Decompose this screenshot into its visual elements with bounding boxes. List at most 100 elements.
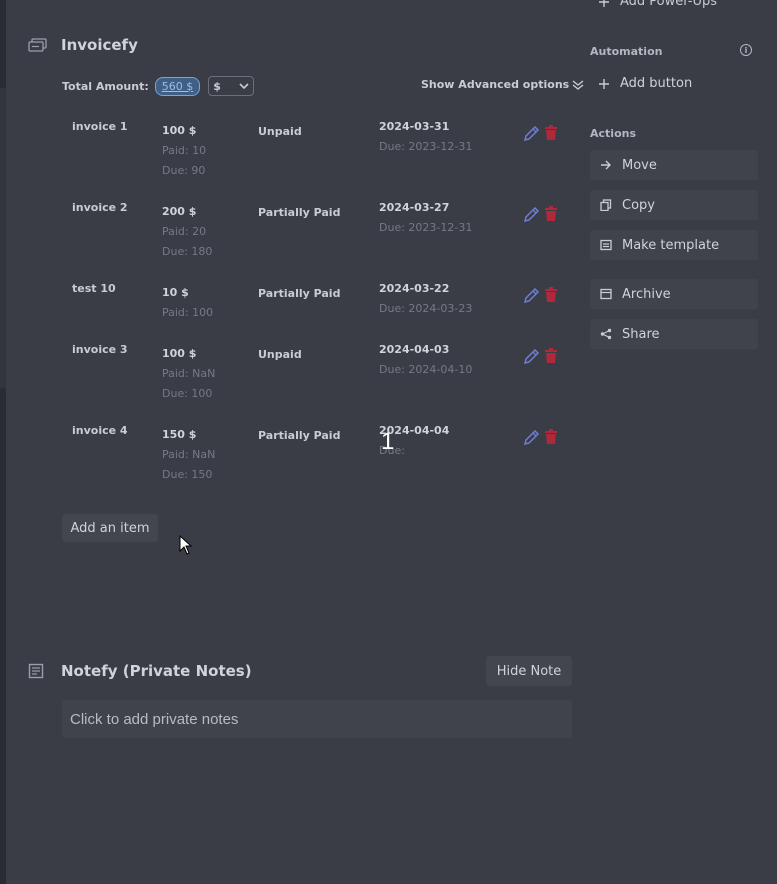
mouse-cursor-icon [179,535,193,555]
plus-icon [599,0,609,7]
total-amount-badge[interactable]: 560 $ [154,76,201,96]
invoice-name: invoice 4 [72,424,128,437]
invoice-amount-cell: 200 $ Paid: 20 Due: 180 [162,201,212,258]
share-button[interactable]: Share [590,319,758,349]
invoice-paid: Paid: 100 [162,306,214,319]
invoice-paid: Paid: 20 [162,225,207,238]
private-notes-input[interactable]: Click to add private notes [62,700,572,738]
make-template-button[interactable]: Make template [590,230,758,260]
copy-label: Copy [622,197,655,213]
hide-note-button[interactable]: Hide Note [486,656,572,686]
archive-label: Archive [622,286,671,302]
arrow-right-icon [599,159,612,172]
move-label: Move [622,157,657,173]
invoice-status: Partially Paid [258,206,341,219]
double-chevron-down-icon [572,79,584,90]
invoice-due-amount: Due: 180 [162,245,213,258]
delete-trash-icon[interactable] [544,429,558,445]
invoice-status: Partially Paid [258,429,341,442]
invoicefy-title: Invoicefy [61,36,138,54]
move-button[interactable]: Move [590,150,758,180]
invoice-date-cell: 2024-03-22 Due: 2024-03-23 [379,282,472,315]
invoice-due-date: Due: 2023-12-31 [379,140,473,153]
invoice-amount: 100 $ [162,347,197,360]
add-automation-button[interactable]: Add button [598,76,692,91]
invoice-date-cell: 2024-03-31 Due: 2023-12-31 [379,120,472,153]
total-amount-row: Total Amount: 560 $ $ [62,74,255,98]
actions-label: Actions [590,127,636,140]
chevron-down-icon [239,83,249,89]
invoice-name: test 10 [72,282,116,295]
add-button-label: Add button [620,76,693,91]
invoice-name: invoice 3 [72,343,128,356]
invoice-date: 2024-03-27 [379,201,450,214]
invoice-due-amount: Due: 100 [162,387,213,400]
delete-trash-icon[interactable] [544,206,558,222]
edit-pencil-icon[interactable] [522,429,540,447]
copy-icon [599,199,612,212]
edit-pencil-icon[interactable] [522,287,540,305]
invoice-amount: 200 $ [162,205,197,218]
step-number-overlay: 1 [381,428,395,455]
invoice-name: invoice 2 [72,201,128,214]
invoice-date: 2024-03-31 [379,120,450,133]
invoice-due-date: Due: 2024-03-23 [379,302,473,315]
add-power-ups-button[interactable]: Add Power-Ups [598,0,717,9]
invoice-status: Unpaid [258,348,302,361]
left-edge-strip [0,0,6,884]
invoice-amount-cell: 100 $ Paid: NaN Due: 100 [162,343,215,400]
invoice-status: Unpaid [258,125,302,138]
show-advanced-options-toggle[interactable]: Show Advanced options [421,78,584,91]
notes-icon [28,663,44,679]
make-template-label: Make template [622,237,720,253]
delete-trash-icon[interactable] [544,348,558,364]
invoice-amount: 150 $ [162,428,197,441]
edit-pencil-icon[interactable] [522,125,540,143]
automation-label: Automation [590,45,663,58]
invoice-actions [522,125,558,143]
show-advanced-label: Show Advanced options [421,78,570,91]
share-icon [599,328,612,341]
delete-trash-icon[interactable] [544,287,558,303]
notefy-header: Notefy (Private Notes) [28,660,252,682]
invoice-paid: Paid: NaN [162,367,216,380]
invoice-actions [522,206,558,224]
invoice-amount-cell: 10 $ Paid: 100 [162,282,213,319]
left-edge-mark [0,88,6,388]
invoice-actions [522,429,558,447]
invoice-amount: 10 $ [162,286,189,299]
invoice-date: 2024-03-22 [379,282,450,295]
edit-pencil-icon[interactable] [522,206,540,224]
currency-select[interactable]: $ [208,76,255,96]
add-item-button[interactable]: Add an item [62,514,158,542]
invoice-amount-cell: 100 $ Paid: 10 Due: 90 [162,120,206,177]
delete-trash-icon[interactable] [544,125,558,141]
archive-button[interactable]: Archive [590,279,758,309]
invoice-paid: Paid: NaN [162,448,216,461]
invoice-actions [522,348,558,366]
invoice-date-cell: 2024-03-27 Due: 2023-12-31 [379,201,472,234]
invoice-due-amount: Due: 90 [162,164,206,177]
total-amount-label: Total Amount: [62,79,149,93]
invoice-date: 2024-04-03 [379,343,450,356]
info-icon[interactable]: i [740,44,752,56]
template-icon [599,239,612,252]
invoice-due-date: Due: 2023-12-31 [379,221,473,234]
edit-pencil-icon[interactable] [522,348,540,366]
invoice-date-cell: 2024-04-03 Due: 2024-04-10 [379,343,472,376]
invoice-due-amount: Due: 150 [162,468,213,481]
add-power-ups-label: Add Power-Ups [620,0,718,9]
notefy-title: Notefy (Private Notes) [61,662,252,680]
invoice-amount: 100 $ [162,124,197,137]
invoice-icon [28,38,47,52]
invoice-paid: Paid: 10 [162,144,207,157]
archive-icon [599,288,612,301]
invoice-name: invoice 1 [72,120,128,133]
copy-button[interactable]: Copy [590,190,758,220]
invoice-due-date: Due: 2024-04-10 [379,363,473,376]
currency-value: $ [213,79,221,93]
invoice-actions [522,287,558,305]
invoicefy-header: Invoicefy [28,34,138,56]
share-label: Share [622,326,660,342]
invoice-status: Partially Paid [258,287,341,300]
